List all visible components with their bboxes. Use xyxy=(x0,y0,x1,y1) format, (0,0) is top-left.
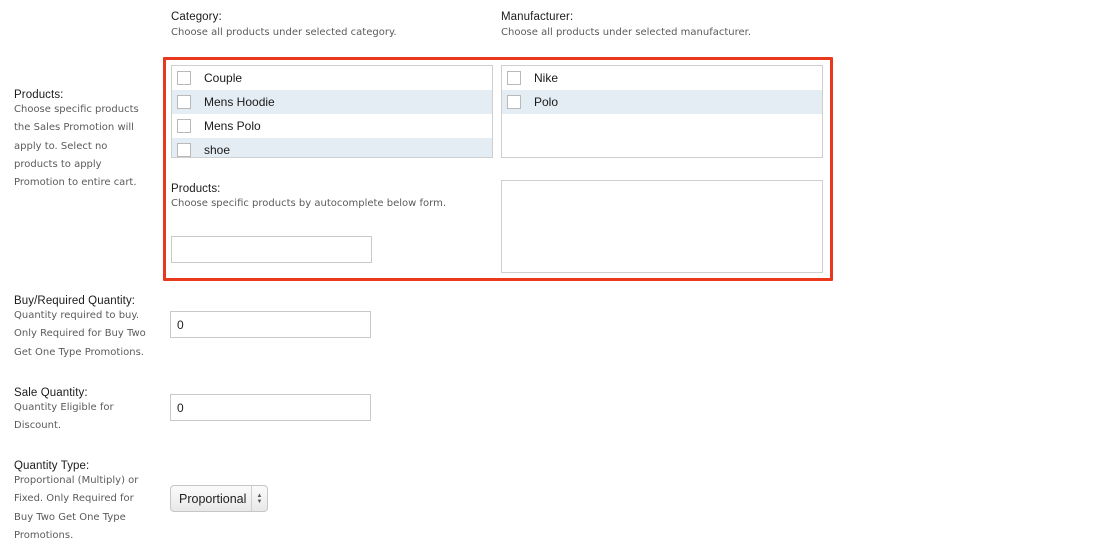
sale-quantity-label: Sale Quantity: Quantity Eligible for Dis… xyxy=(14,387,154,436)
checkbox[interactable] xyxy=(177,95,191,109)
quantity-type-description: Proportional (Multiply) or Fixed. Only R… xyxy=(14,472,154,545)
category-item[interactable]: Mens Polo xyxy=(172,114,492,138)
manufacturer-item[interactable]: Polo xyxy=(502,90,822,114)
products-autocomplete-description: Choose specific products by autocomplete… xyxy=(171,198,446,209)
sale-quantity-input[interactable] xyxy=(170,394,371,421)
description-line: Discount. xyxy=(14,420,62,432)
products-autocomplete-header: Products: Choose specific products by au… xyxy=(171,183,446,213)
products-autocomplete-input[interactable] xyxy=(171,236,372,263)
description-line: apply to. Select no xyxy=(14,140,108,152)
quantity-type-select[interactable]: Proportional ▲ ▼ xyxy=(170,485,268,512)
description-line: Promotion to entire cart. xyxy=(14,177,137,189)
category-title: Category: xyxy=(171,11,222,23)
category-header: Category: Choose all products under sele… xyxy=(171,11,397,42)
description-line: products to apply xyxy=(14,158,102,170)
description-line: Get One Type Promotions. xyxy=(14,346,144,358)
products-autocomplete-title: Products: xyxy=(171,183,221,195)
products-side-description: Choose specific products the Sales Promo… xyxy=(14,101,154,192)
category-item-label: shoe xyxy=(204,143,231,157)
description-line: Quantity Eligible for xyxy=(14,402,114,413)
sale-quantity-description: Quantity Eligible for Discount. xyxy=(14,399,154,436)
manufacturer-description: Choose all products under selected manuf… xyxy=(501,27,752,38)
category-checkbox-list: Couple Mens Hoodie Mens Polo shoe xyxy=(171,65,493,158)
arrow-down-icon: ▼ xyxy=(256,498,263,505)
checkbox[interactable] xyxy=(177,119,191,133)
buy-quantity-description: Quantity required to buy. Only Required … xyxy=(14,307,154,362)
selected-products-box[interactable] xyxy=(501,180,823,273)
manufacturer-item-label: Polo xyxy=(534,95,559,109)
manufacturer-item-label: Nike xyxy=(534,71,559,85)
sale-quantity-title: Sale Quantity: xyxy=(14,387,88,399)
products-side-label: Products: Choose specific products the S… xyxy=(14,89,154,192)
description-line: Fixed. Only Required for xyxy=(14,493,134,505)
select-arrows-icon: ▲ ▼ xyxy=(251,486,267,511)
buy-quantity-label: Buy/Required Quantity: Quantity required… xyxy=(14,295,154,362)
quantity-type-label: Quantity Type: Proportional (Multiply) o… xyxy=(14,460,154,545)
quantity-type-selected: Proportional xyxy=(179,491,247,506)
description-line: Only Required for Buy Two xyxy=(14,328,146,340)
buy-quantity-input[interactable] xyxy=(170,311,371,338)
category-item[interactable]: shoe xyxy=(172,138,492,157)
manufacturer-header: Manufacturer: Choose all products under … xyxy=(501,11,751,42)
checkbox[interactable] xyxy=(507,95,521,109)
category-item[interactable]: Mens Hoodie xyxy=(172,90,492,114)
category-item-label: Mens Hoodie xyxy=(204,95,275,109)
category-item-label: Couple xyxy=(204,71,243,85)
manufacturer-title: Manufacturer: xyxy=(501,11,574,23)
checkbox[interactable] xyxy=(177,71,191,85)
description-line: Proportional (Multiply) or xyxy=(14,475,139,486)
products-side-title: Products: xyxy=(14,89,64,101)
description-line: Buy Two Get One Type xyxy=(14,511,126,523)
quantity-type-title: Quantity Type: xyxy=(14,460,90,472)
description-line: the Sales Promotion will xyxy=(14,122,134,134)
category-description: Choose all products under selected categ… xyxy=(171,27,397,38)
checkbox[interactable] xyxy=(507,71,521,85)
category-item-label: Mens Polo xyxy=(204,119,261,133)
manufacturer-checkbox-list: Nike Polo xyxy=(501,65,823,158)
description-line: Choose specific products xyxy=(14,104,139,115)
buy-quantity-title: Buy/Required Quantity: xyxy=(14,295,136,307)
description-line: Quantity required to buy. xyxy=(14,310,140,321)
manufacturer-item[interactable]: Nike xyxy=(502,66,822,90)
description-line: Promotions. xyxy=(14,529,74,541)
checkbox[interactable] xyxy=(177,143,191,157)
category-item[interactable]: Couple xyxy=(172,66,492,90)
